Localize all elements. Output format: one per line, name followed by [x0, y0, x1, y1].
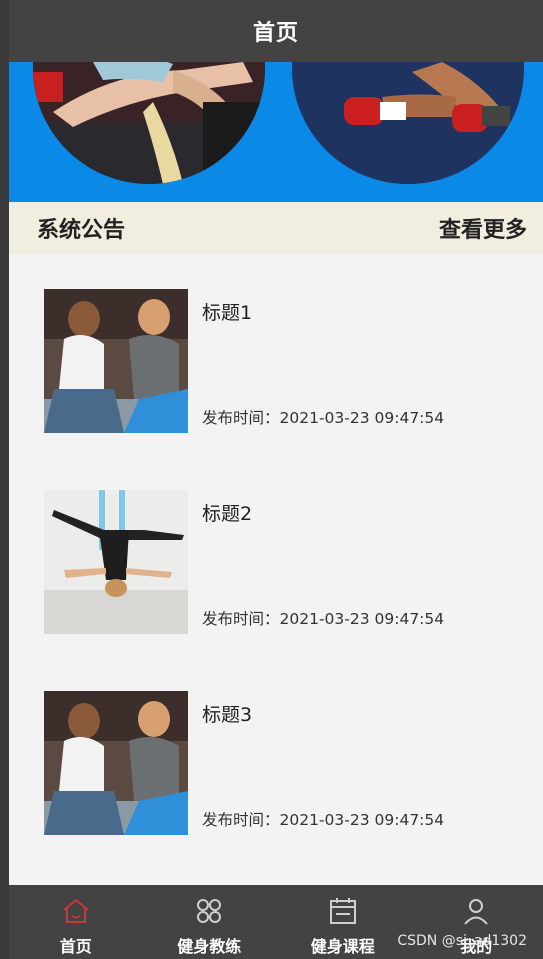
announcement-time: 发布时间：2021-03-23 09:47:54 — [202, 811, 445, 829]
home-icon — [63, 898, 89, 923]
announcement-title: 标题3 — [202, 704, 253, 726]
banner-image-1 — [33, 62, 265, 184]
announcement-thumbnail — [44, 289, 188, 433]
list-item[interactable]: 标题3 发布时间：2021-03-23 09:47:54 — [9, 656, 543, 835]
phone-screen: 首页 系统公告 查看更多 标题1 发布时间：2021-03-23 09:47:5… — [9, 0, 543, 959]
view-more-link[interactable]: 查看更多 — [439, 212, 527, 244]
banner-carousel[interactable] — [9, 62, 543, 202]
calendar-icon — [329, 898, 356, 924]
tab-label: 健身课程 — [310, 937, 375, 956]
user-icon — [464, 899, 489, 925]
announcement-title: 标题2 — [202, 503, 253, 525]
announcement-time: 发布时间：2021-03-23 09:47:54 — [202, 610, 445, 628]
tab-label: 健身教练 — [177, 937, 242, 956]
list-item[interactable]: 标题2 发布时间：2021-03-23 09:47:54 — [9, 455, 543, 634]
announcement-time: 发布时间：2021-03-23 09:47:54 — [202, 409, 445, 427]
notice-label: 系统公告 — [37, 218, 126, 243]
window-edge — [0, 0, 9, 959]
announcement-thumbnail — [44, 490, 188, 634]
watermark: CSDN @sj_ad1302 — [397, 933, 527, 949]
tab-coaches[interactable]: 健身教练 — [143, 885, 277, 959]
announcement-thumbnail — [44, 691, 188, 835]
tab-home[interactable]: 首页 — [9, 885, 143, 959]
announcement-title: 标题1 — [202, 302, 253, 324]
grid-icon — [197, 899, 222, 923]
tab-label: 首页 — [59, 937, 92, 956]
page-header: 首页 — [9, 0, 543, 62]
notice-bar: 系统公告 查看更多 — [9, 202, 543, 254]
tab-courses[interactable]: 健身课程 — [276, 885, 410, 959]
banner-image-2 — [292, 62, 524, 184]
page-title: 首页 — [252, 21, 299, 46]
list-item[interactable]: 标题1 发布时间：2021-03-23 09:47:54 — [9, 254, 543, 433]
